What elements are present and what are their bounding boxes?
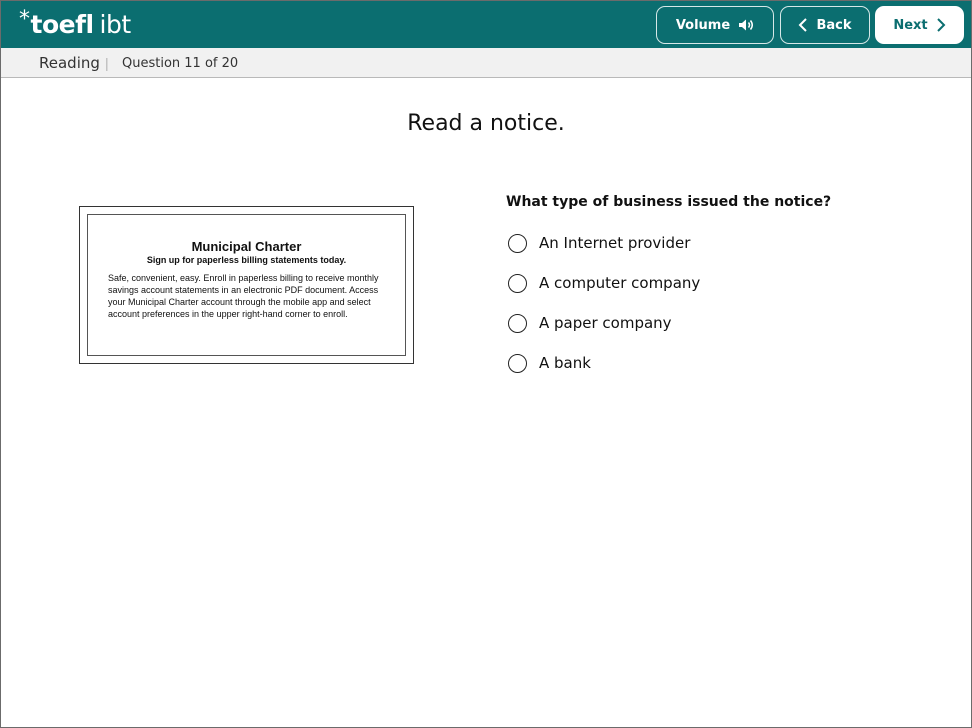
notice-body: Safe, convenient, easy. Enroll in paperl… <box>108 273 379 319</box>
answer-option[interactable]: A bank <box>508 352 591 374</box>
notice-subtitle: Sign up for paperless billing statements… <box>146 255 347 265</box>
logo-main: toefl <box>30 10 95 39</box>
instruction-heading: Read a notice. <box>407 111 565 136</box>
chevron-left-icon <box>798 18 808 32</box>
section-name: Reading <box>39 54 100 72</box>
notice-title: Municipal Charter <box>191 239 302 254</box>
question-text: What type of business issued the notice? <box>506 194 832 210</box>
answer-option[interactable]: A computer company <box>508 272 700 294</box>
radio-button[interactable] <box>508 233 527 253</box>
volume-label: Volume <box>675 17 731 33</box>
speaker-icon <box>738 18 754 32</box>
answer-option[interactable]: An Internet provider <box>508 232 690 254</box>
logo-star: * <box>19 7 30 32</box>
top-bar: *toefl ibt Volume Back Next <box>1 1 971 48</box>
chevron-right-icon <box>936 18 946 32</box>
radio-button[interactable] <box>508 353 527 373</box>
option-label[interactable]: A bank <box>539 354 591 372</box>
section-bar: Reading | Question 11 of 20 <box>1 48 971 78</box>
answer-option[interactable]: A paper company <box>508 312 672 334</box>
option-label[interactable]: A paper company <box>539 314 672 332</box>
option-label[interactable]: An Internet provider <box>539 234 690 252</box>
logo-suffix: ibt <box>99 10 132 39</box>
radio-button[interactable] <box>508 273 527 293</box>
back-label: Back <box>816 17 852 33</box>
back-button[interactable]: Back <box>780 6 870 44</box>
toefl-ibt-logo: *toefl ibt <box>19 7 131 39</box>
question-counter: Question 11 of 20 <box>122 56 239 71</box>
radio-button[interactable] <box>508 313 527 333</box>
section-separator: | <box>105 55 109 71</box>
next-label: Next <box>893 17 928 33</box>
option-label[interactable]: A computer company <box>539 274 700 292</box>
notice-inner-border: Municipal Charter Sign up for paperless … <box>87 214 406 356</box>
volume-button[interactable]: Volume <box>656 6 774 44</box>
next-button[interactable]: Next <box>875 6 964 44</box>
app-window: *toefl ibt Volume Back Next Reading | Qu… <box>0 0 972 728</box>
notice-card: Municipal Charter Sign up for paperless … <box>79 206 414 364</box>
